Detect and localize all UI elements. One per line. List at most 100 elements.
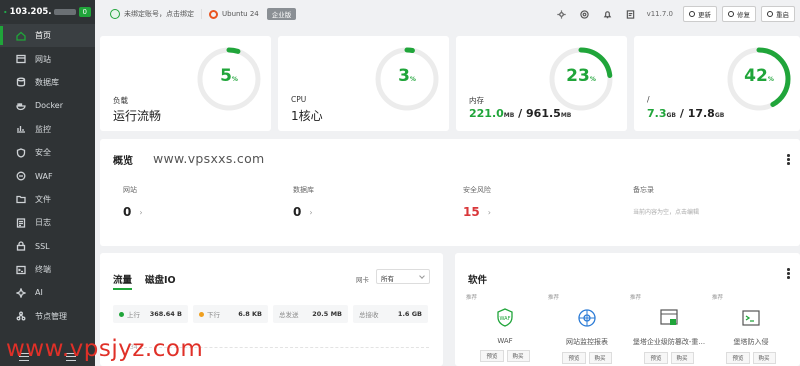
restart-button[interactable]: 重启 xyxy=(761,6,795,22)
sidebar-item-label: AI xyxy=(35,288,43,298)
overview-panel: 概览 www.vpsxxs.com 网站 0 › 数据库 0 › 安全风险 15 › … xyxy=(100,139,800,246)
memo-label: 备忘录 xyxy=(633,186,654,194)
sent-value: 20.5 MB xyxy=(312,310,342,318)
recommend-tag: 推荐 xyxy=(712,295,724,301)
sidebar-item-4[interactable]: 监控 xyxy=(0,118,95,141)
recommend-tag: 推荐 xyxy=(630,295,642,301)
waf-icon xyxy=(16,171,26,181)
cpu-gauge: 3% xyxy=(374,46,440,112)
overview-url: www.vpsxxs.com xyxy=(153,151,265,166)
disk-card[interactable]: 42% / 7.3GB / 17.8GB xyxy=(634,36,800,131)
sidebar-item-0[interactable]: 首页 xyxy=(0,24,95,48)
server-ip: 103.205. xyxy=(10,7,76,17)
chevron-right-icon: › xyxy=(309,207,313,217)
software-icon: WAF xyxy=(494,307,516,329)
memory-total-unit: MB xyxy=(560,112,572,119)
memory-card[interactable]: 23% 内存 221.0MB / 961.5MB xyxy=(456,36,627,131)
node-icon xyxy=(16,311,26,321)
repair-button[interactable]: 修复 xyxy=(722,6,756,22)
overview-risks[interactable]: 安全风险 15 › xyxy=(463,185,491,219)
sidebar-item-11[interactable]: AI xyxy=(0,281,95,304)
software-item[interactable]: 推荐堡塔防入侵预览 购买 xyxy=(709,293,793,364)
traffic-stats: 上行 368.64 B 下行 6.8 KB 总发送 20.5 MB 总接收 1.6 GB xyxy=(113,305,428,323)
update-button[interactable]: 更新 xyxy=(683,6,717,22)
sidebar-item-1[interactable]: 网站 xyxy=(0,47,95,70)
gauge-percent: 23% xyxy=(566,66,596,86)
databases-value: 0 xyxy=(293,205,302,219)
watermark: www.vpsjyz.com xyxy=(6,336,204,362)
cpu-card[interactable]: 3% CPU 1核心 xyxy=(278,36,449,131)
overview-sites[interactable]: 网站 0 › xyxy=(123,185,143,219)
sidebar-item-label: 文件 xyxy=(35,194,51,204)
buy-button[interactable]: 购买 xyxy=(670,352,694,364)
buy-button[interactable]: 购买 xyxy=(588,352,612,364)
support-icon[interactable] xyxy=(579,9,589,19)
memory-gauge: 23% xyxy=(548,46,614,112)
software-item[interactable]: 推荐 WAF WAF 预览 购买 xyxy=(463,293,547,362)
sidebar-item-10[interactable]: 终端 xyxy=(0,258,95,281)
software-item[interactable]: 推荐 堡塔企业级防篡改-重... 预览 购买 xyxy=(627,293,711,364)
sidebar-item-label: Docker xyxy=(35,101,64,111)
ubuntu-icon xyxy=(209,9,218,19)
memory-value: 221.0MB / 961.5MB xyxy=(469,107,571,120)
gauge-percent: 5% xyxy=(220,66,238,86)
upload-label: 上行 xyxy=(127,311,140,319)
tab-disk-io[interactable]: 磁盘IO xyxy=(145,272,176,290)
memory-sep: / xyxy=(514,107,527,120)
theme-icon[interactable] xyxy=(557,9,566,19)
disk-label: / xyxy=(647,95,650,104)
nic-label: 网卡 xyxy=(356,276,369,284)
tab-traffic[interactable]: 流量 xyxy=(113,272,133,290)
databases-count: 0 › xyxy=(293,205,314,219)
recommend-tag: 推荐 xyxy=(548,295,560,301)
software-name: 网站监控报表 xyxy=(566,338,608,346)
load-label: 负载 xyxy=(113,96,128,105)
sidebar: 103.205. 0 首页 网站数据库 Docker 监控 安全 WAF 文件日志 SSL 终端… xyxy=(0,0,95,366)
update-label: 更新 xyxy=(698,11,711,19)
bell-icon[interactable] xyxy=(603,10,612,19)
software-name: 堡塔防入侵 xyxy=(733,338,769,346)
overview-databases[interactable]: 数据库 0 › xyxy=(293,185,314,219)
software-item[interactable]: 推荐网站监控报表预览 购买 xyxy=(545,293,629,364)
update-icon xyxy=(689,11,695,17)
upload-dot-icon xyxy=(119,312,124,317)
risks-label: 安全风险 xyxy=(463,186,491,194)
preview-button[interactable]: 预览 xyxy=(480,350,504,362)
ssl-icon xyxy=(16,241,26,251)
preview-button[interactable]: 预览 xyxy=(644,352,668,364)
sidebar-item-8[interactable]: 日志 xyxy=(0,211,95,234)
sidebar-item-9[interactable]: SSL xyxy=(0,235,95,258)
sidebar-item-12[interactable]: 节点管理 xyxy=(0,305,95,328)
disk-sep: / xyxy=(676,107,688,120)
sidebar-item-5[interactable]: 安全 xyxy=(0,141,95,164)
nic-select[interactable]: 所有 xyxy=(376,269,430,284)
memory-label: 内存 xyxy=(469,96,484,105)
ai-icon xyxy=(16,287,26,298)
note-icon[interactable] xyxy=(626,9,635,19)
account-link[interactable]: 未绑定账号，点击绑定 xyxy=(110,9,194,19)
overview-more-icon[interactable] xyxy=(787,154,790,166)
sidebar-item-6[interactable]: WAF xyxy=(0,164,95,187)
preview-button[interactable]: 预览 xyxy=(726,352,750,364)
sidebar-item-2[interactable]: 数据库 xyxy=(0,71,95,94)
software-more-icon[interactable] xyxy=(787,268,790,280)
chevron-right-icon: › xyxy=(487,207,491,217)
load-card[interactable]: 5% 负载 运行流畅 xyxy=(100,36,271,131)
wrench-icon xyxy=(728,11,734,17)
preview-button[interactable]: 预览 xyxy=(562,352,586,364)
buy-button[interactable]: 购买 xyxy=(752,352,776,364)
overview-memo[interactable]: 备忘录 当前内容为空，点击编辑 xyxy=(633,185,699,216)
sidebar-item-label: 数据库 xyxy=(35,77,59,87)
alert-count-badge[interactable]: 0 xyxy=(78,7,91,17)
server-logo-icon xyxy=(4,10,7,14)
sidebar-item-7[interactable]: 文件 xyxy=(0,188,95,211)
docker-icon xyxy=(16,103,26,111)
buy-button[interactable]: 购买 xyxy=(506,350,530,362)
terminal-icon xyxy=(16,265,26,274)
topbar-icons xyxy=(557,9,635,19)
home-icon xyxy=(16,31,26,41)
gauge-percent: 42% xyxy=(744,66,774,86)
sidebar-item-label: WAF xyxy=(35,171,53,181)
sidebar-item-3[interactable]: Docker xyxy=(0,94,95,117)
upload-stat: 上行 368.64 B xyxy=(113,305,188,323)
